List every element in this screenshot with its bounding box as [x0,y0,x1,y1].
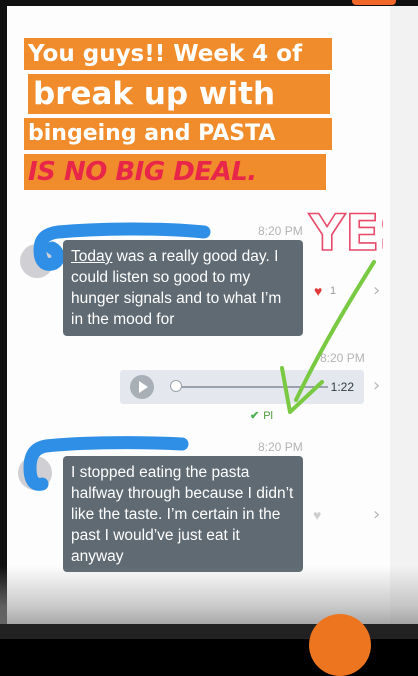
top-accent [352,0,396,5]
audio-scrubber-knob[interactable] [170,380,182,392]
message-bubble-3[interactable]: I stopped eating the pasta halfway throu… [63,456,303,572]
compose-button[interactable] [309,614,371,676]
message-3-time: 8:20 PM [258,440,303,454]
banner-line-4: IS NO BIG DEAL. [24,154,326,190]
banner-line-1: You guys!! Week 4 of [24,38,332,70]
left-edge [0,0,7,639]
banner-line-2: break up with [28,74,330,114]
message-1-underlined-word: Today [71,248,113,265]
right-gutter [390,0,418,639]
check-icon: ✔ [250,410,260,422]
arrow-annotation [280,260,376,414]
chevron-right-icon[interactable]: › [373,504,380,525]
heart-outline-icon[interactable]: ♥ [313,508,321,522]
message-1-time: 8:20 PM [258,224,303,238]
play-icon[interactable] [130,375,154,399]
banner-line-3: bingeing and PASTA [24,118,332,150]
